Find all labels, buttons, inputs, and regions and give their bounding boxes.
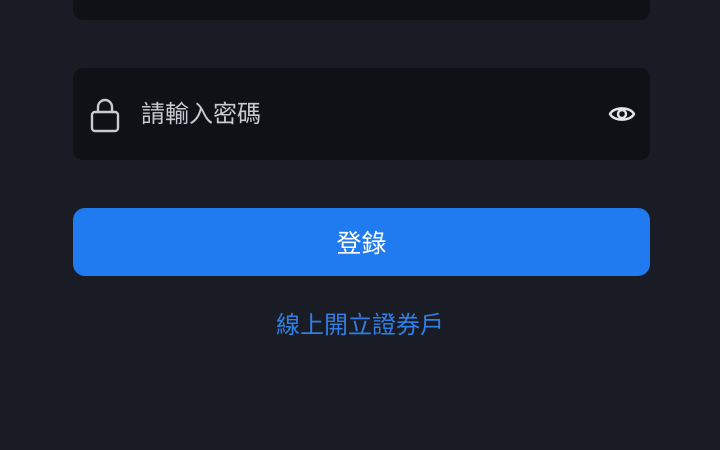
open-account-link[interactable]: 線上開立證券戶: [276, 311, 444, 339]
username-field[interactable]: [73, 0, 650, 20]
open-account-link-container: 線上開立證券戶: [0, 305, 720, 340]
lock-icon: [90, 98, 120, 133]
password-input[interactable]: [141, 94, 581, 134]
password-field[interactable]: [73, 68, 650, 160]
login-button[interactable]: 登錄: [73, 208, 650, 276]
eye-icon[interactable]: [608, 101, 636, 127]
